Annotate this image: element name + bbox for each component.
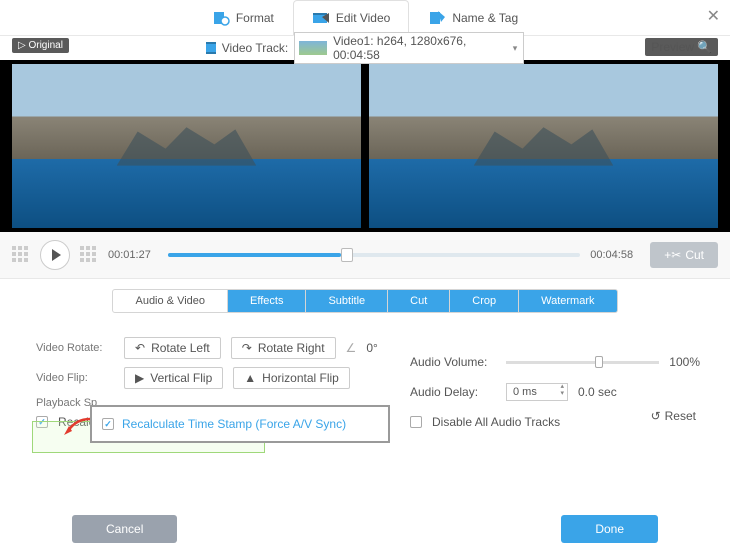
video-track-select[interactable]: Video1: h264, 1280x676, 00:04:58: [294, 32, 524, 64]
done-button[interactable]: Done: [561, 515, 658, 543]
subtab-cut[interactable]: Cut: [388, 289, 450, 313]
tab-format-label: Format: [236, 11, 274, 25]
tab-edit-label: Edit Video: [336, 11, 391, 25]
cancel-button[interactable]: Cancel: [72, 515, 177, 543]
preview-area: [0, 60, 730, 232]
rotate-right-button[interactable]: ↷ Rotate Right: [231, 337, 336, 359]
disable-audio-checkbox[interactable]: [410, 416, 422, 428]
rotate-right-icon: ↷: [242, 341, 252, 355]
cut-button[interactable]: +✂ Cut: [650, 242, 718, 268]
delay-label: Audio Delay:: [410, 385, 496, 399]
delay-sec: 0.0 sec: [578, 385, 617, 399]
subtab-watermark[interactable]: Watermark: [519, 289, 617, 313]
original-badge: ▷ Original: [12, 38, 69, 53]
tab-format[interactable]: Format: [193, 0, 293, 35]
angle-icon: ∠: [346, 341, 357, 355]
scissors-icon: +✂: [664, 248, 681, 262]
vflip-text: Vertical Flip: [150, 371, 212, 385]
subtab-crop[interactable]: Crop: [450, 289, 519, 313]
rotate-left-text: Rotate Left: [151, 341, 210, 355]
cut-label: Cut: [685, 248, 704, 262]
close-icon[interactable]: ✕: [707, 6, 720, 26]
subtab-audio-video[interactable]: Audio & Video: [112, 289, 228, 313]
recalc-full-text: Recalculate Time Stamp (Force A/V Sync): [122, 417, 346, 431]
edit-subtabs: Audio & Video Effects Subtitle Cut Crop …: [0, 289, 730, 313]
seek-slider[interactable]: [168, 253, 580, 257]
audio-column: Audio Volume: 100% Audio Delay: 0 ms 0.0…: [410, 341, 700, 443]
subtab-subtitle[interactable]: Subtitle: [306, 289, 388, 313]
grid-start-icon[interactable]: [12, 246, 30, 264]
preview-label: Preview: [651, 40, 694, 54]
delay-row: Audio Delay: 0 ms 0.0 sec: [410, 383, 700, 401]
format-icon: [212, 9, 230, 27]
video-track-value: Video1: h264, 1280x676, 00:04:58: [333, 34, 503, 62]
volume-row: Audio Volume: 100%: [410, 355, 700, 369]
reset-button[interactable]: ↺ Reset: [651, 409, 696, 423]
play-button[interactable]: [40, 240, 70, 270]
flip-label: Video Flip:: [36, 372, 114, 384]
volume-value: 100%: [669, 355, 700, 369]
preview-original[interactable]: [12, 64, 361, 228]
top-tabbar: Format Edit Video Name & Tag ✕: [0, 0, 730, 36]
rotate-right-text: Rotate Right: [258, 341, 325, 355]
playback-bar: 00:01:27 00:04:58 +✂ Cut: [0, 232, 730, 279]
magnify-icon: 🔍: [697, 40, 712, 54]
tab-name-label: Name & Tag: [452, 11, 518, 25]
subtab-effects[interactable]: Effects: [228, 289, 306, 313]
angle-value: 0°: [366, 341, 377, 355]
recalc-full-checkbox[interactable]: [102, 418, 114, 430]
vertical-flip-button[interactable]: ▶ Vertical Flip: [124, 367, 223, 389]
grid-end-icon[interactable]: [80, 246, 98, 264]
footer: Cancel Done: [0, 515, 730, 543]
highlight-callout: Recalculate Time Stamp (Force A/V Sync): [90, 405, 390, 443]
name-tag-icon: [428, 9, 446, 27]
reset-text: Reset: [665, 409, 696, 423]
preview-output[interactable]: [369, 64, 718, 228]
hflip-icon: ▲: [244, 371, 256, 385]
delay-input[interactable]: 0 ms: [506, 383, 568, 401]
hflip-text: Horizontal Flip: [262, 371, 339, 385]
preview-badge[interactable]: Preview 🔍: [645, 38, 718, 56]
tab-name-tag[interactable]: Name & Tag: [409, 0, 537, 35]
rotate-left-icon: ↶: [135, 341, 145, 355]
tab-edit-video[interactable]: Edit Video: [293, 0, 410, 36]
reset-icon: ↺: [651, 409, 661, 423]
time-current: 00:01:27: [108, 249, 158, 261]
video-track-row: ▷ Original Video Track: Video1: h264, 12…: [0, 36, 730, 60]
time-total: 00:04:58: [590, 249, 640, 261]
filmstrip-icon: [206, 42, 216, 54]
volume-slider[interactable]: [506, 361, 659, 364]
edit-video-icon: [312, 9, 330, 27]
rotate-label: Video Rotate:: [36, 342, 114, 354]
vflip-icon: ▶: [135, 371, 144, 385]
horizontal-flip-button[interactable]: ▲ Horizontal Flip: [233, 367, 350, 389]
settings-panel: Video Rotate: ↶ Rotate Left ↷ Rotate Right…: [0, 321, 730, 429]
disable-audio-text: Disable All Audio Tracks: [432, 415, 560, 429]
volume-label: Audio Volume:: [410, 355, 496, 369]
video-thumb-icon: [299, 41, 327, 55]
rotate-left-button[interactable]: ↶ Rotate Left: [124, 337, 221, 359]
recalcu-checkbox[interactable]: [36, 416, 48, 428]
video-track-label: Video Track:: [222, 41, 288, 55]
